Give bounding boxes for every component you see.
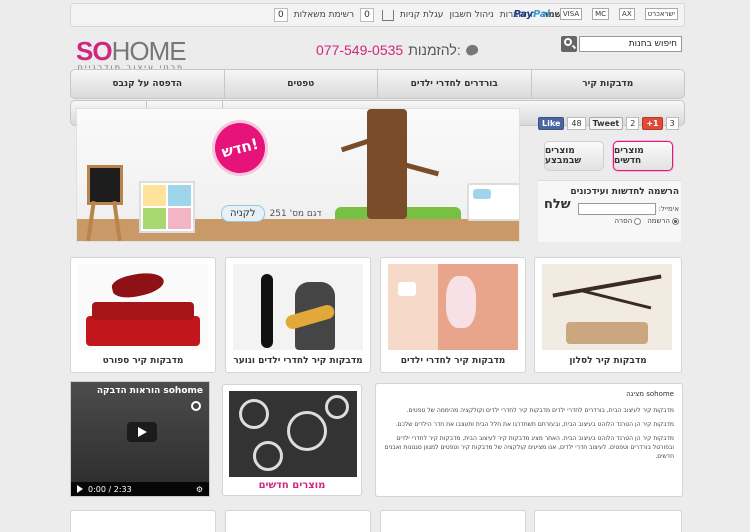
- video-time: 0:00 / 2:33: [88, 484, 132, 494]
- category-card-kids[interactable]: מדבקות קיר לחדרי ילדים: [380, 257, 526, 373]
- logo-home: HOME: [111, 36, 187, 66]
- subscribe-radio[interactable]: הרשמה: [647, 217, 679, 225]
- top-bar: הרשמה התחברות ניהול חשבון עגלת קניות 0 ר…: [70, 3, 685, 27]
- easel-image: [83, 161, 127, 241]
- email-label: אימייל:: [658, 205, 679, 213]
- video-controls: 0:00 / 2:33 ⚙: [71, 482, 209, 496]
- category-card-living-room[interactable]: מדבקות קיר לסלון: [534, 257, 682, 373]
- nav-wall-stickers[interactable]: מדבקות קיר: [530, 70, 685, 98]
- category-image-teens: [233, 264, 363, 350]
- about-paragraph: מדבקות קיר הן הטרנד הלוהט בעיצוב הבית, ו…: [395, 421, 674, 428]
- category-caption: מדבקות קיר לחדרי ילדים: [400, 356, 506, 366]
- cart-icon[interactable]: [381, 9, 394, 21]
- newsletter-title: הרשמה לחדשות ועידכונים: [570, 187, 679, 197]
- amex-logo: AX: [619, 8, 635, 20]
- about-paragraph: מדבקות קיר הן הטרנד הלוהט בעיצוב הבית. ה…: [384, 435, 674, 460]
- main-nav: מדבקות קיר בורדרים לחדרי ילדים טפטים הדפ…: [70, 69, 685, 99]
- account-link[interactable]: ניהול חשבון: [449, 10, 493, 20]
- paypal-logo: PayPal: [513, 8, 550, 20]
- cart-link[interactable]: עגלת קניות: [400, 10, 444, 20]
- category-caption: מדבקות קיר ספורט: [102, 356, 184, 366]
- unsubscribe-radio[interactable]: הסרה: [615, 217, 642, 225]
- cart-count: 0: [360, 8, 374, 22]
- social-bar: Like 48 Tweet 2 +1 3: [538, 117, 679, 130]
- phone-icon: [464, 43, 480, 57]
- play-button[interactable]: [127, 422, 157, 442]
- newsletter-box: הרשמה לחדשות ועידכונים אימייל: שלח הרשמה…: [538, 180, 681, 242]
- play-icon[interactable]: [77, 485, 83, 493]
- about-heading: sohome מציגה: [626, 390, 674, 398]
- nav-kids-borders[interactable]: בורדרים לחדרי ילדים: [377, 70, 531, 98]
- product-card[interactable]: [70, 510, 216, 532]
- tree-decal: [367, 109, 407, 219]
- isracard-logo: ישראכרט: [644, 8, 678, 20]
- category-card-teens[interactable]: מדבקות קיר לחדרי ילדים ונוער: [225, 257, 371, 373]
- about-text: sohome מציגה מדבקות קיר לעיצוב הבית, בור…: [375, 383, 683, 497]
- phone-number: 077-549-0535: [316, 42, 404, 58]
- subscribe-label: הרשמה: [647, 217, 670, 225]
- nav-wallpapers[interactable]: טפטים: [223, 70, 378, 98]
- wishlist-link[interactable]: רשימת משאלות: [294, 10, 354, 20]
- category-image-sport: [78, 264, 208, 350]
- phone-order: 077-549-0535 להזמנות:: [316, 42, 480, 58]
- search-input[interactable]: חיפוש בחנות: [579, 36, 682, 52]
- sale-products-button[interactable]: מוצרים שבמבצע: [544, 141, 604, 171]
- gplus-button[interactable]: +1: [642, 117, 663, 130]
- category-image-living-room: [542, 264, 672, 350]
- phone-label: להזמנות:: [408, 42, 461, 58]
- new-products-caption: מוצרים חדשים: [258, 480, 326, 491]
- product-model: דגם מס' 251: [269, 208, 322, 219]
- share-icon[interactable]: [191, 401, 201, 411]
- category-caption: מדבקות קיר לחדרי ילדים ונוער: [233, 356, 363, 366]
- gear-icon[interactable]: ⚙: [196, 485, 203, 494]
- category-caption: מדבקות קיר לסלון: [569, 356, 647, 366]
- wishlist-count: 0: [274, 8, 288, 22]
- logo-so: SO: [76, 36, 113, 66]
- buy-button[interactable]: לקניה: [221, 205, 265, 222]
- shelf-image: [139, 181, 195, 233]
- search-icon: [564, 38, 572, 46]
- mastercard-logo: MC: [592, 8, 610, 20]
- category-card-sport[interactable]: מדבקות קיר ספורט: [70, 257, 216, 373]
- email-field[interactable]: [577, 203, 656, 215]
- bed-image: [467, 183, 519, 221]
- about-paragraph: מדבקות קיר לעיצוב הבית, בורדרים לחדרי יל…: [406, 407, 674, 414]
- tweet-button[interactable]: Tweet: [588, 117, 624, 130]
- banner-product: לקניה דגם מס' 251: [221, 205, 322, 222]
- page: הרשמה התחברות ניהול חשבון עגלת קניות 0 ר…: [70, 0, 685, 532]
- nav-canvas-print[interactable]: הדפסה על קנבס: [71, 70, 224, 98]
- payment-methods: ישראכרט AX MC VISA PayPal: [513, 8, 678, 20]
- paypal-pal: Pal: [533, 8, 550, 20]
- category-image-kids: [388, 264, 518, 350]
- gplus-count: 3: [665, 117, 679, 130]
- tweet-count: 2: [626, 117, 640, 130]
- facebook-like-button[interactable]: Like: [538, 117, 565, 130]
- product-card[interactable]: [534, 510, 682, 532]
- hero-banner[interactable]: חדש! לקניה דגם מס' 251: [76, 108, 520, 242]
- video-title: הוראות הדבקה sohome: [96, 386, 203, 396]
- facebook-count: 48: [567, 117, 586, 130]
- search-button[interactable]: [561, 36, 577, 52]
- site-logo[interactable]: SOHOME פרטי עיצוב מודרניים: [76, 36, 187, 72]
- new-products-card[interactable]: מוצרים חדשים: [222, 384, 362, 496]
- new-products-button[interactable]: מוצרים חדשים: [613, 141, 673, 171]
- video-player[interactable]: הוראות הדבקה sohome 0:00 / 2:33 ⚙: [70, 381, 210, 497]
- unsubscribe-label: הסרה: [614, 217, 633, 225]
- new-products-image: [229, 391, 357, 477]
- send-button[interactable]: שלח: [544, 197, 571, 212]
- visa-logo: VISA: [559, 8, 583, 20]
- product-card[interactable]: [225, 510, 371, 532]
- product-card[interactable]: [380, 510, 526, 532]
